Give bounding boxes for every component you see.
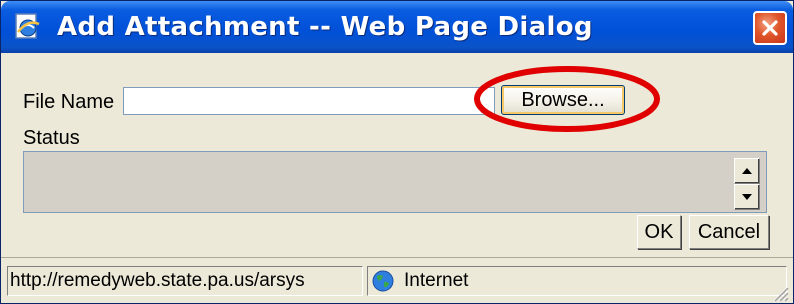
globe-icon — [372, 270, 394, 292]
arrow-up-icon — [742, 168, 752, 174]
resize-grip-icon[interactable] — [771, 284, 789, 302]
status-url-pane: http://remedyweb.state.pa.us/arsys — [7, 266, 363, 296]
status-label: Status — [23, 127, 80, 149]
scroll-down-button[interactable] — [734, 184, 760, 210]
close-icon — [762, 20, 778, 36]
arrow-down-icon — [742, 194, 752, 200]
status-url: http://remedyweb.state.pa.us/arsys — [10, 270, 305, 291]
cancel-button[interactable]: Cancel — [689, 215, 769, 249]
dialog-window: Add Attachment -- Web Page Dialog File N… — [0, 0, 794, 304]
ie-page-icon — [15, 13, 40, 39]
status-textarea[interactable] — [23, 151, 767, 213]
security-zone-pane[interactable]: Internet — [367, 266, 787, 296]
scroll-up-button[interactable] — [734, 158, 760, 184]
window-title: Add Attachment -- Web Page Dialog — [57, 12, 593, 42]
status-bar: http://remedyweb.state.pa.us/arsys Inter… — [1, 257, 793, 303]
highlight-circle — [474, 66, 660, 132]
security-zone-label: Internet — [404, 270, 469, 291]
file-name-label: File Name — [23, 91, 115, 113]
title-bar[interactable]: Add Attachment -- Web Page Dialog — [1, 1, 793, 53]
ok-button[interactable]: OK — [637, 215, 681, 249]
close-button[interactable] — [753, 11, 787, 45]
file-name-input[interactable] — [123, 87, 495, 115]
